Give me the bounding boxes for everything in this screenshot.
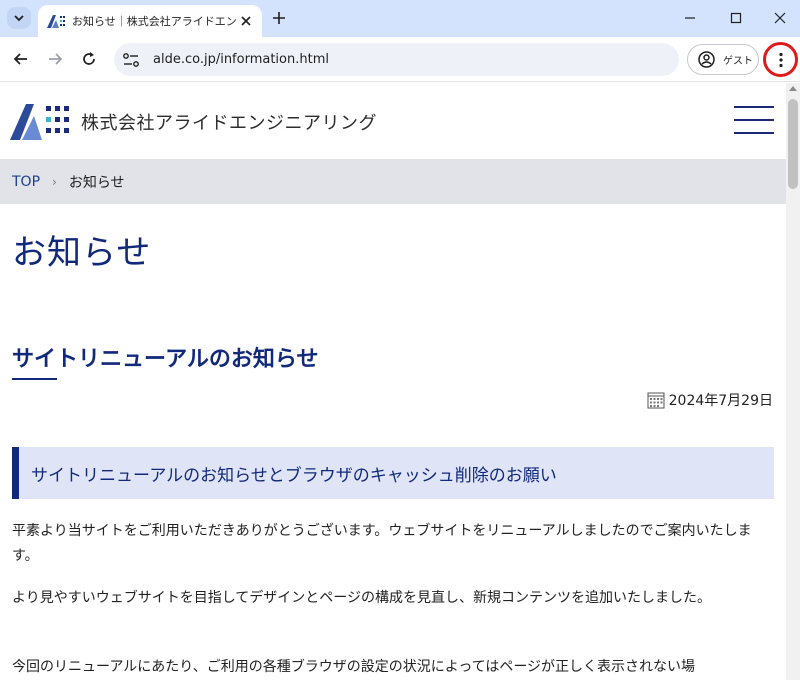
browser-menu-button[interactable] xyxy=(763,42,798,77)
maximize-button[interactable] xyxy=(726,8,746,28)
notice-heading: サイトリニューアルのお知らせとブラウザのキャッシュ削除のお願い xyxy=(31,465,557,486)
tab-title: お知らせ｜株式会社アライドエンジニアリング xyxy=(72,15,236,28)
guest-profile-button[interactable]: ゲスト xyxy=(687,44,759,75)
tab-strip: お知らせ｜株式会社アライドエンジニアリング xyxy=(0,0,800,37)
date-text: 2024年7月29日 xyxy=(668,393,773,409)
title-underline xyxy=(12,378,57,380)
breadcrumb: TOP › お知らせ xyxy=(0,159,786,204)
tab-search-icon xyxy=(14,15,24,22)
article-title: サイトリニューアルのお知らせ xyxy=(12,347,319,372)
window-close-button[interactable] xyxy=(770,8,790,28)
scroll-up-arrow[interactable] xyxy=(789,86,797,91)
favicon-icon xyxy=(47,15,65,28)
forward-icon[interactable] xyxy=(45,49,65,69)
paragraph-2: より見やすいウェブサイトを目指してデザインとページの構成を見直し、新規コンテンツ… xyxy=(12,590,712,606)
notice-heading-box: サイトリニューアルのお知らせとブラウザのキャッシュ削除のお願い xyxy=(12,447,774,499)
company-logo[interactable] xyxy=(10,102,70,140)
breadcrumb-current: お知らせ xyxy=(68,174,125,191)
paragraph-1: 平素より当サイトをご利用いただきありがとうございます。ウェブサイトをリニューアル… xyxy=(12,523,752,564)
breadcrumb-top-link[interactable]: TOP xyxy=(12,174,40,190)
company-name[interactable]: 株式会社アライドエンジニアリング xyxy=(81,109,377,135)
minimize-button[interactable] xyxy=(680,8,700,28)
site-info-icon[interactable] xyxy=(122,52,140,68)
reload-icon[interactable] xyxy=(79,49,99,69)
article-date: 2024年7月29日 xyxy=(647,390,773,410)
calendar-icon xyxy=(647,392,665,409)
back-icon[interactable] xyxy=(11,49,31,69)
breadcrumb-separator: › xyxy=(52,174,57,189)
site-header: 株式会社アライドエンジニアリング xyxy=(0,83,786,159)
paragraph-3: 今回のリニューアルにあたり、ご利用の各種ブラウザの設定の状況によってはページが正… xyxy=(12,659,696,675)
browser-tab-active[interactable]: お知らせ｜株式会社アライドエンジニアリング xyxy=(38,5,262,37)
browser-toolbar: alde.co.jp/information.html ゲスト xyxy=(0,37,800,82)
kebab-menu-icon xyxy=(778,52,783,67)
page-viewport: 株式会社アライドエンジニアリング TOP › お知らせ お知らせ サイトリニュー… xyxy=(0,83,786,680)
page-scrollbar[interactable] xyxy=(786,83,800,680)
maximize-icon xyxy=(730,12,742,24)
guest-label: ゲスト xyxy=(723,56,753,67)
hamburger-menu-icon[interactable] xyxy=(734,106,774,134)
scroll-thumb[interactable] xyxy=(788,99,798,189)
plus-icon[interactable] xyxy=(270,9,288,27)
tab-search-button[interactable] xyxy=(7,7,31,29)
guest-profile-icon xyxy=(698,51,715,68)
page-title: お知らせ xyxy=(12,233,152,273)
url-text: alde.co.jp/information.html xyxy=(153,52,329,67)
minimize-icon xyxy=(685,17,695,19)
address-bar[interactable]: alde.co.jp/information.html xyxy=(114,43,679,76)
close-icon[interactable] xyxy=(239,14,253,28)
close-icon xyxy=(774,12,786,24)
